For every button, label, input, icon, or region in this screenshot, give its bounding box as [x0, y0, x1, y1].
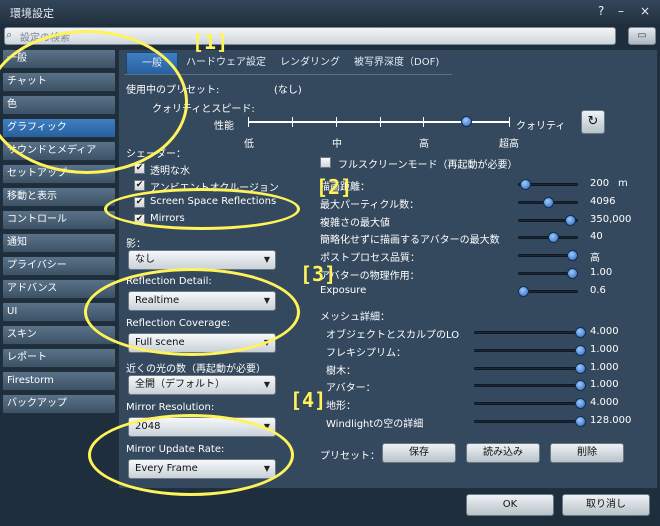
slider-knob[interactable]	[542, 196, 554, 208]
save-preset-button[interactable]: 保存	[382, 443, 456, 463]
checkbox-label: 透明な水	[150, 166, 190, 177]
slider-track[interactable]	[474, 331, 586, 334]
slider-label: Windlightの空の詳細	[326, 419, 424, 430]
slider-value: 350,000	[590, 213, 632, 225]
reset-button[interactable]: ↻	[581, 110, 605, 134]
ok-button[interactable]: OK	[466, 494, 554, 516]
light-label: 近くの光の数（再起動が必要）	[126, 364, 266, 375]
tab-rendering[interactable]: レンダリング	[272, 52, 348, 74]
slider-value: 4096	[590, 195, 616, 207]
annotation-label-4: [4]	[290, 388, 327, 412]
fullscreen-label: フルスクリーンモード（再起動が必要）	[338, 160, 518, 171]
slider-label: 地形：	[326, 401, 356, 413]
slider-unit: m	[618, 178, 628, 189]
quality-slider-knob[interactable]	[460, 116, 472, 127]
annotation-label-2: [2]	[316, 175, 353, 199]
slider-value: 1.000	[590, 361, 619, 373]
tab-hardware[interactable]: ハードウェア設定	[178, 52, 274, 74]
slider-value: 1.000	[590, 379, 619, 391]
sidebar-item-firestorm[interactable]: Firestorm	[2, 371, 116, 391]
slider-value: 200	[590, 178, 610, 189]
quality-tick	[423, 117, 424, 127]
delete-preset-button[interactable]: 削除	[550, 443, 624, 463]
help-icon[interactable]: ?	[598, 4, 604, 18]
slider-value: 高	[590, 253, 600, 265]
slider-label: 樹木：	[326, 365, 356, 377]
preset-value: (なし)	[274, 85, 302, 96]
quality-tick-low: 低	[244, 139, 254, 150]
quality-tick	[380, 117, 381, 127]
slider-value: 0.6	[590, 284, 606, 296]
slider-label: 複雑さの最大値	[320, 217, 390, 229]
slider-knob[interactable]	[518, 285, 529, 297]
slider-label: Exposure	[320, 284, 367, 296]
title-bar	[0, 0, 660, 24]
dropdown-value: 全開（デフォルト）	[135, 379, 225, 390]
checkbox-ambient-occlusion[interactable]: ✔	[134, 180, 145, 191]
mirror-resolution-label: Mirror Resolution:	[126, 402, 215, 413]
dropdown-value: なし	[135, 254, 155, 265]
slider-knob[interactable]	[564, 214, 576, 226]
slider-label: 簡略化せずに描画するアバターの最大数	[320, 235, 500, 247]
slider-value: 1.000	[590, 343, 619, 355]
slider-label: アバター：	[326, 383, 376, 395]
mesh-label: メッシュ詳細：	[320, 312, 390, 323]
quality-tick	[336, 117, 337, 127]
shadow-label: 影：	[126, 239, 146, 250]
slider-track[interactable]	[474, 366, 586, 370]
annotation-label-3: [3]	[300, 262, 337, 286]
sidebar-item-backup[interactable]: バックアップ	[2, 394, 116, 414]
preset-buttons-label: プリセット：	[320, 451, 380, 462]
sidebar-item-report[interactable]: レポート	[2, 348, 116, 368]
quality-right-label: クォリティ	[516, 121, 566, 132]
sidebar-item-move[interactable]: 移動と表示	[2, 187, 116, 207]
slider-value: 1.00	[590, 267, 613, 278]
slider-knob[interactable]	[575, 416, 586, 427]
slider-value: 4.000	[590, 326, 619, 337]
slider-label: フレキシプリム：	[326, 347, 406, 359]
slider-track[interactable]	[474, 384, 586, 388]
sidebar-item-privacy[interactable]: プライバシー	[2, 256, 116, 276]
slider-knob[interactable]	[575, 344, 586, 356]
light-dropdown[interactable]: 全開（デフォルト） ▼	[128, 375, 276, 395]
quality-tick-ultra: 超高	[499, 139, 519, 150]
slider-value: 40	[590, 231, 603, 243]
folder-icon: ▭	[637, 30, 647, 41]
quality-left-label: 性能	[214, 121, 234, 132]
slider-knob[interactable]	[567, 268, 578, 279]
slider-knob[interactable]	[575, 362, 586, 374]
refresh-icon: ↻	[587, 114, 599, 129]
minimize-icon[interactable]: –	[618, 4, 624, 18]
annotation-label-1: [1]	[192, 30, 229, 54]
quality-tick	[248, 117, 249, 127]
close-icon[interactable]: ×	[640, 4, 650, 18]
folder-button[interactable]: ▭	[628, 27, 656, 45]
fullscreen-checkbox[interactable]	[320, 157, 331, 168]
slider-label: オブジェクトとスカルプのLO	[326, 330, 460, 341]
annotation-oval-2	[104, 188, 300, 230]
quality-tick	[509, 117, 510, 127]
sidebar-item-notifications[interactable]: 通知	[2, 233, 116, 253]
shadow-dropdown[interactable]: なし ▼	[128, 250, 276, 270]
sidebar-item-controls[interactable]: コントロール	[2, 210, 116, 230]
search-icon: ⌕	[6, 28, 13, 41]
load-preset-button[interactable]: 読み込み	[466, 443, 540, 463]
slider-track[interactable]	[474, 402, 586, 406]
quality-tick-mid: 中	[332, 139, 342, 150]
slider-track[interactable]	[474, 348, 586, 352]
slider-knob[interactable]	[575, 327, 586, 338]
cancel-button[interactable]: 取り消し	[562, 494, 650, 516]
quality-tick-high: 高	[419, 139, 429, 150]
slider-track[interactable]	[474, 420, 586, 423]
quality-tick	[292, 117, 293, 127]
annotation-oval-4	[88, 414, 294, 496]
chevron-down-icon: ▼	[263, 255, 270, 264]
slider-value: 128.000	[590, 415, 632, 426]
chevron-down-icon: ▼	[263, 380, 270, 389]
window-title: 環境設定	[10, 7, 54, 20]
annotation-oval-3	[84, 268, 300, 356]
tab-dof[interactable]: 被写界深度（DOF)	[346, 52, 447, 74]
slider-value: 4.000	[590, 397, 619, 409]
